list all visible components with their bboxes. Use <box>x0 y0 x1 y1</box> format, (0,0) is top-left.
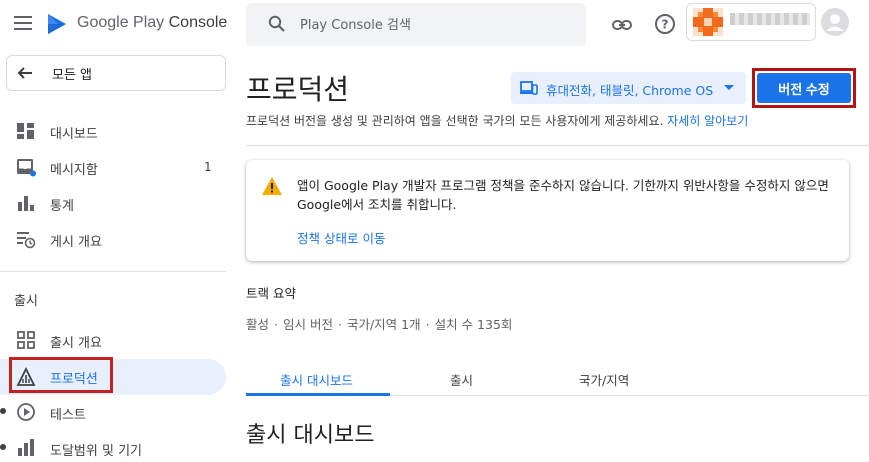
sidebar-item-label: 게시 개요 <box>50 235 102 250</box>
track-installs: 설치 수 135회 <box>434 317 513 332</box>
chevron-down-icon <box>724 85 734 90</box>
bar-chart-icon <box>16 193 36 213</box>
learn-more-link[interactable]: 자세히 알아보기 <box>667 114 748 128</box>
sidebar-item-label: 대시보드 <box>50 127 98 142</box>
section-heading: 출시 대시보드 <box>246 423 375 448</box>
sidebar-item-label: 통계 <box>50 199 74 214</box>
logo-text-console: Console <box>168 14 228 31</box>
svg-text:?: ? <box>662 18 669 32</box>
sidebar-item-label: 출시 개요 <box>50 336 102 351</box>
production-icon <box>16 366 36 387</box>
tab-countries[interactable]: 국가/지역 <box>579 370 629 389</box>
inbox-icon <box>16 157 36 177</box>
publishing-overview-icon <box>16 229 36 249</box>
all-apps-label: 모든 앱 <box>52 68 93 83</box>
logo-text-google-play: Google Play <box>77 14 165 31</box>
link-icon[interactable] <box>611 14 633 36</box>
policy-warning-text: 앱이 Google Play 개발자 프로그램 정책을 준수하지 않습니다. 기… <box>297 178 829 212</box>
sidebar-item-label: 메시지함 <box>50 163 98 178</box>
testing-icon <box>16 402 36 422</box>
release-overview-icon <box>16 330 36 350</box>
track-summary-title: 트랙 요약 <box>246 286 296 301</box>
arrow-back-icon <box>16 64 34 82</box>
sidebar-item-label: 도달범위 및 기기 <box>50 444 142 459</box>
account-name-redacted <box>730 13 810 25</box>
divider <box>246 145 869 146</box>
page-description: 프로덕션 버전을 생성 및 관리하여 앱을 선택한 국가의 모든 사용자에게 제… <box>246 112 748 129</box>
sidebar-item-label: 프로덕션 <box>50 372 98 387</box>
dashboard-icon <box>16 121 36 141</box>
track-summary: 활성 · 임시 버전 · 국가/지역 1개 · 설치 수 135회 <box>246 317 513 332</box>
menu-icon[interactable] <box>14 16 32 30</box>
edit-release-button[interactable]: 버전 수정 <box>757 73 851 103</box>
page-title: 프로덕션 <box>246 73 350 106</box>
device-filter-label: 휴대전화, 태블릿, Chrome OS <box>546 83 714 98</box>
active-tab-indicator <box>246 393 390 396</box>
app-title[interactable]: Google Play Console <box>77 14 227 32</box>
inbox-count-badge: 1 <box>204 160 212 174</box>
devices-icon <box>520 79 538 97</box>
all-apps-button[interactable] <box>6 55 226 91</box>
warning-icon <box>261 176 283 196</box>
sidebar-divider <box>0 271 226 272</box>
help-icon[interactable]: ? <box>654 13 676 35</box>
account-avatar <box>693 8 723 36</box>
page-description-text: 프로덕션 버전을 생성 및 관리하여 앱을 선택한 국가의 모든 사용자에게 제… <box>246 114 664 128</box>
play-console-logo-icon <box>46 12 68 36</box>
tab-release-dashboard[interactable]: 출시 대시보드 <box>280 370 353 389</box>
go-to-policy-status-link[interactable]: 정책 상태로 이동 <box>297 228 385 247</box>
search-input[interactable] <box>300 18 570 33</box>
track-countries: 국가/지역 1개 <box>346 317 421 332</box>
sidebar-item-label: 테스트 <box>50 408 86 423</box>
sidebar-section-release: 출시 <box>14 294 38 309</box>
profile-icon[interactable] <box>821 8 849 36</box>
tab-releases[interactable]: 출시 <box>450 370 473 389</box>
reach-devices-icon <box>16 438 36 458</box>
track-draft: 임시 버전 <box>283 317 333 332</box>
search-icon <box>268 15 286 33</box>
track-status: 활성 <box>246 317 270 332</box>
